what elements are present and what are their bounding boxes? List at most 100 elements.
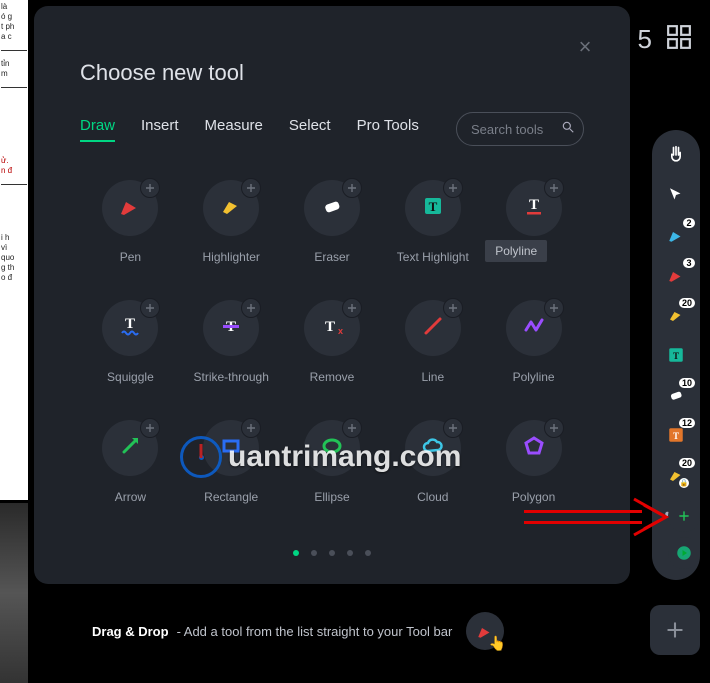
add-icon[interactable]: [342, 418, 362, 438]
ellipse-icon: [320, 434, 344, 463]
background-document: làó gt pha c tỉnm ử.n đ i hvìquog tho đ: [0, 0, 28, 500]
svg-text:T: T: [673, 351, 679, 361]
add-icon[interactable]: [443, 178, 463, 198]
tool-pen[interactable]: Pen: [80, 180, 181, 264]
hand-cursor-icon: 👆: [489, 635, 506, 652]
lock-icon: 🔒: [679, 478, 689, 488]
tool-polyline[interactable]: Polyline: [483, 300, 584, 384]
background-photo: [0, 503, 28, 683]
dot[interactable]: [365, 550, 371, 556]
strike-through-icon: T: [219, 314, 243, 343]
tool-underline[interactable]: T U Polyline: [483, 180, 584, 264]
tabs: Draw Insert Measure Select Pro Tools: [80, 117, 419, 142]
highlighter-icon: [219, 194, 243, 223]
tool-label: Squiggle: [107, 370, 154, 384]
dot[interactable]: [311, 550, 317, 556]
sidebar-item-pan[interactable]: [665, 144, 687, 166]
tool-rectangle[interactable]: Rectangle: [181, 420, 282, 504]
tool-line[interactable]: Line: [382, 300, 483, 384]
tool-grid: Pen Highlighter Eraser T Text Highlight …: [80, 180, 584, 504]
add-icon[interactable]: [342, 178, 362, 198]
tab-insert[interactable]: Insert: [141, 117, 179, 142]
tab-select[interactable]: Select: [289, 117, 331, 142]
add-icon[interactable]: [443, 298, 463, 318]
text-highlight-icon: T: [421, 194, 445, 223]
tool-remove[interactable]: Tx Remove: [282, 300, 383, 384]
tool-polygon[interactable]: Polygon: [483, 420, 584, 504]
close-icon[interactable]: ×: [574, 36, 596, 58]
add-icon[interactable]: [241, 178, 261, 198]
dot[interactable]: [347, 550, 353, 556]
tool-label: Eraser: [314, 250, 349, 264]
badge: 20: [679, 458, 695, 468]
tab-draw[interactable]: Draw: [80, 117, 115, 142]
svg-text:T: T: [529, 197, 539, 213]
badge: 3: [683, 258, 695, 268]
add-icon[interactable]: [241, 298, 261, 318]
sidebar-add-button[interactable]: [668, 500, 700, 532]
drag-demo-icon: 👆: [466, 612, 504, 650]
squiggle-icon: T: [118, 314, 142, 343]
add-tool-button[interactable]: [650, 605, 700, 655]
sidebar-item-pen-red[interactable]: 3: [665, 264, 687, 286]
search-input[interactable]: [456, 112, 584, 146]
add-icon[interactable]: [140, 298, 160, 318]
remove-icon: Tx: [320, 314, 344, 343]
sidebar-item-text-box[interactable]: T12: [665, 424, 687, 446]
search-icon: [561, 120, 575, 139]
sidebar-item-highlighter[interactable]: 20: [665, 304, 687, 326]
sidebar-item-highlighter-locked[interactable]: 20🔒: [665, 464, 687, 486]
tool-squiggle[interactable]: T Squiggle: [80, 300, 181, 384]
sidebar-item-eraser[interactable]: 10: [665, 384, 687, 406]
dialog-title: Choose new tool: [80, 60, 584, 86]
pagination-dots[interactable]: [293, 550, 371, 556]
grid-view-icon[interactable]: [666, 24, 692, 55]
svg-text:T: T: [325, 319, 335, 335]
tool-label: U: [529, 250, 538, 264]
rectangle-icon: [219, 434, 243, 463]
tool-label: Text Highlight: [397, 250, 469, 264]
arrow-icon: [118, 434, 142, 463]
tool-label: Highlighter: [203, 250, 260, 264]
tool-label: Pen: [120, 250, 141, 264]
svg-text:T: T: [673, 431, 679, 441]
tool-highlighter[interactable]: Highlighter: [181, 180, 282, 264]
tool-ellipse[interactable]: Ellipse: [282, 420, 383, 504]
svg-text:T: T: [125, 316, 135, 332]
badge: 2: [683, 218, 695, 228]
sidebar-item-text-highlight[interactable]: T: [665, 344, 687, 366]
tool-label: Cloud: [417, 490, 448, 504]
tab-measure[interactable]: Measure: [205, 117, 263, 142]
search-field[interactable]: [471, 122, 561, 137]
page-indicator-digit: 5: [638, 24, 652, 55]
choose-tool-dialog: × Choose new tool Draw Insert Measure Se…: [34, 6, 630, 584]
tool-cloud[interactable]: Cloud: [382, 420, 483, 504]
add-icon[interactable]: [342, 298, 362, 318]
tool-label: Remove: [310, 370, 355, 384]
drag-drop-hint: Drag & Drop - Add a tool from the list s…: [34, 596, 630, 666]
line-icon: [421, 314, 445, 343]
tab-pro-tools[interactable]: Pro Tools: [357, 117, 419, 142]
pen-icon: [118, 194, 142, 223]
add-icon[interactable]: [140, 178, 160, 198]
add-icon[interactable]: [140, 418, 160, 438]
polygon-icon: [522, 434, 546, 463]
sidebar-play-button[interactable]: [668, 537, 700, 569]
add-icon[interactable]: [443, 418, 463, 438]
drag-drop-text: - Add a tool from the list straight to y…: [177, 624, 453, 639]
add-icon[interactable]: [241, 418, 261, 438]
add-icon[interactable]: [544, 178, 564, 198]
sidebar-item-select[interactable]: [665, 184, 687, 206]
tool-label: Polygon: [512, 490, 555, 504]
sidebar-item-pen-blue[interactable]: 2: [665, 224, 687, 246]
dot[interactable]: [293, 550, 299, 556]
add-icon[interactable]: [544, 418, 564, 438]
tool-strike-through[interactable]: T Strike-through: [181, 300, 282, 384]
add-icon[interactable]: [544, 298, 564, 318]
tool-arrow[interactable]: Arrow: [80, 420, 181, 504]
polyline-icon: [522, 314, 546, 343]
tool-eraser[interactable]: Eraser: [282, 180, 383, 264]
tool-text-highlight[interactable]: T Text Highlight: [382, 180, 483, 264]
dot[interactable]: [329, 550, 335, 556]
tool-label: Rectangle: [204, 490, 258, 504]
